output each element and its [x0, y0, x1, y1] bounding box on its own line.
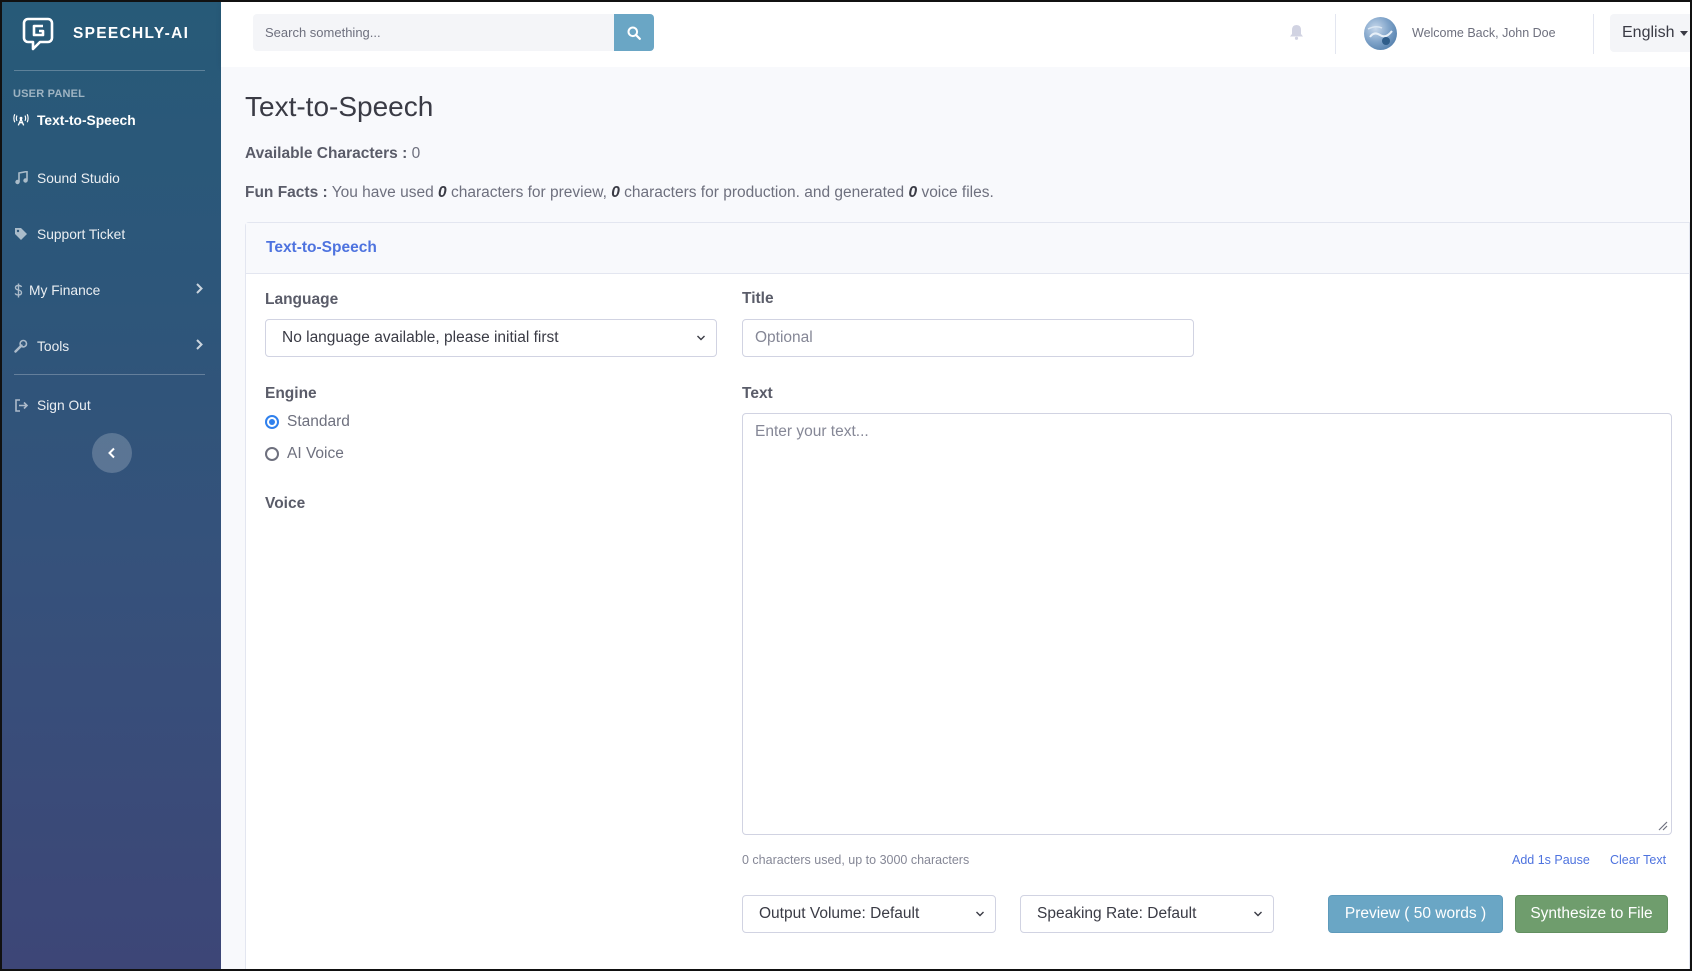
sidebar-item-sound-studio[interactable]: Sound Studio	[2, 150, 221, 206]
search-icon	[627, 26, 641, 40]
synthesize-button[interactable]: Synthesize to File	[1515, 895, 1668, 933]
available-value: 0	[411, 145, 421, 162]
language-dropdown[interactable]: English	[1610, 14, 1692, 52]
language-label: English	[1622, 24, 1675, 41]
tag-icon	[13, 226, 29, 242]
speaking-rate-value: Speaking Rate: Default	[1037, 905, 1197, 922]
engine-label: Engine	[265, 385, 317, 402]
chevron-left-icon	[107, 447, 115, 459]
dollar-icon	[13, 282, 23, 298]
chevron-down-icon	[697, 335, 705, 341]
topbar-divider	[1335, 14, 1336, 54]
search-bar: Search something...	[253, 14, 654, 51]
wrench-icon	[13, 338, 29, 354]
tts-card: Text-to-Speech Language No language avai…	[245, 222, 1690, 971]
avatar[interactable]	[1364, 17, 1397, 50]
radio-icon	[265, 415, 279, 429]
engine-radio-standard[interactable]: Standard	[265, 413, 350, 431]
char-count: 0 characters used, up to 3000 characters	[742, 853, 970, 867]
notifications-button[interactable]	[1289, 24, 1304, 45]
main-content: Text-to-Speech Available Characters : 0 …	[221, 67, 1690, 971]
facts-text: voice files.	[921, 184, 994, 201]
available-characters: Available Characters : 0	[245, 145, 420, 163]
topbar-divider	[1593, 14, 1594, 54]
text-label: Text	[742, 385, 773, 402]
search-button[interactable]	[614, 14, 654, 51]
preview-button[interactable]: Preview ( 50 words )	[1328, 895, 1503, 933]
sidebar: SPEECHLY-AI USER PANEL Text-to-Speech So…	[2, 2, 221, 969]
engine-radio-ai-voice[interactable]: AI Voice	[265, 445, 344, 463]
caret-down-icon	[1680, 30, 1689, 36]
speaking-rate-select[interactable]: Speaking Rate: Default	[1020, 895, 1274, 933]
production-count: 0	[611, 184, 620, 201]
output-volume-select[interactable]: Output Volume: Default	[742, 895, 996, 933]
page-title: Text-to-Speech	[245, 91, 434, 122]
welcome-text[interactable]: Welcome Back, John Doe	[1412, 26, 1556, 40]
facts-text: You have used	[331, 184, 434, 201]
radio-label: AI Voice	[287, 445, 344, 462]
chevron-down-icon	[1254, 911, 1262, 917]
preview-count: 0	[438, 184, 447, 201]
facts-text: characters for preview,	[450, 184, 607, 201]
sign-out-icon	[13, 397, 29, 413]
voice-label: Voice	[265, 495, 306, 512]
sidebar-item-tools[interactable]: Tools	[2, 318, 221, 374]
facts-text: characters for production. and generated	[624, 184, 905, 201]
sidebar-item-label: Support Ticket	[37, 226, 126, 242]
chevron-right-icon	[195, 339, 203, 354]
output-volume-value: Output Volume: Default	[759, 905, 920, 922]
chevron-right-icon	[195, 283, 203, 298]
text-input[interactable]: Enter your text...	[742, 413, 1672, 835]
add-pause-link[interactable]: Add 1s Pause	[1512, 853, 1590, 867]
sidebar-item-support-ticket[interactable]: Support Ticket	[2, 206, 221, 262]
radio-icon	[265, 447, 279, 461]
facts-label: Fun Facts :	[245, 184, 328, 201]
topbar: Search something... Welcome Back, John D…	[221, 2, 1692, 67]
text-placeholder: Enter your text...	[755, 423, 869, 440]
clear-text-link[interactable]: Clear Text	[1610, 853, 1666, 867]
sidebar-item-label: Tools	[37, 338, 70, 354]
brand-logo-icon	[22, 17, 54, 50]
search-input[interactable]: Search something...	[253, 14, 614, 51]
radio-label: Standard	[287, 413, 350, 430]
brand-name: SPEECHLY-AI	[73, 24, 190, 42]
title-label: Title	[742, 290, 774, 307]
sidebar-item-label: Text-to-Speech	[37, 112, 136, 128]
card-header: Text-to-Speech	[246, 223, 1689, 274]
bell-icon	[1290, 25, 1303, 40]
sidebar-heading: USER PANEL	[13, 88, 86, 100]
sidebar-item-label: Sign Out	[37, 397, 91, 413]
available-label: Available Characters :	[245, 145, 408, 162]
sidebar-divider	[14, 374, 205, 375]
sidebar-item-text-to-speech[interactable]: Text-to-Speech	[2, 98, 221, 142]
language-select[interactable]: No language available, please initial fi…	[265, 319, 717, 357]
music-note-icon	[13, 170, 29, 186]
fun-facts: Fun Facts : You have used 0 characters f…	[245, 184, 994, 202]
sidebar-item-label: Sound Studio	[37, 170, 120, 186]
chevron-down-icon	[976, 911, 984, 917]
resize-handle-icon[interactable]	[1657, 820, 1668, 831]
sidebar-toggle-button[interactable]	[91, 433, 132, 473]
sidebar-item-my-finance[interactable]: My Finance	[2, 262, 221, 318]
broadcast-icon	[13, 112, 29, 128]
title-input[interactable]: Optional	[742, 319, 1194, 357]
language-select-value: No language available, please initial fi…	[282, 329, 559, 346]
sidebar-item-label: My Finance	[29, 282, 101, 298]
voice-files-count: 0	[908, 184, 918, 201]
language-label: Language	[265, 291, 339, 308]
sidebar-item-sign-out[interactable]: Sign Out	[2, 381, 221, 429]
brand[interactable]: SPEECHLY-AI	[2, 2, 221, 65]
